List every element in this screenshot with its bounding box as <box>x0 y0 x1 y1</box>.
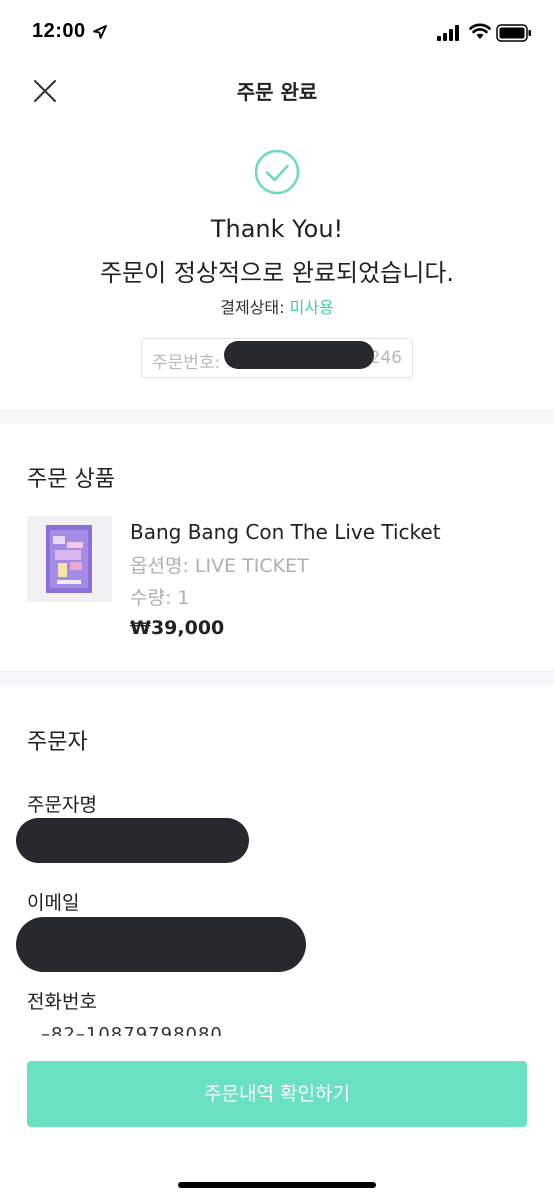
header: 주문 완료 <box>0 64 554 112</box>
phone-label: 전화번호 <box>27 991 97 1013</box>
product-quantity: 수량: 1 <box>130 587 190 609</box>
page-title: 주문 완료 <box>236 80 318 104</box>
home-indicator[interactable] <box>178 1182 376 1188</box>
order-complete-message: 주문이 정상적으로 완료되었습니다. <box>99 259 455 287</box>
orderer-name-label: 주문자명 <box>27 794 97 816</box>
product-poster-image <box>46 525 92 593</box>
product-option: 옵션명: LIVE TICKET <box>130 555 309 577</box>
order-number-redaction <box>224 341 374 369</box>
order-number-tail: 246 <box>369 348 402 368</box>
order-number-box: 주문번호: 246 <box>141 338 413 378</box>
product-section-title: 주문 상품 <box>27 467 115 492</box>
email-label: 이메일 <box>27 892 80 914</box>
phone-value-clipped: –82–10879798080 <box>27 1026 227 1036</box>
check-circle-icon <box>254 149 300 195</box>
email-redaction <box>16 917 306 972</box>
orderer-section-title: 주문자 <box>27 730 88 755</box>
view-order-details-button[interactable]: 주문내역 확인하기 <box>27 1061 527 1127</box>
product-name[interactable]: Bang Bang Con The Live Ticket <box>130 520 441 544</box>
payment-status-value: 미사용 <box>289 298 334 317</box>
thank-you-heading: Thank You! <box>210 215 344 243</box>
product-price: ₩39,000 <box>130 617 225 639</box>
section-divider <box>0 671 554 685</box>
product-thumbnail[interactable] <box>27 516 112 602</box>
payment-status: 결제상태: 미사용 <box>0 294 554 318</box>
section-divider <box>0 410 554 424</box>
status-time: 12:00 <box>32 20 86 42</box>
payment-status-label: 결제상태: <box>220 298 285 317</box>
order-number-label: 주문번호: <box>152 353 221 373</box>
location-arrow-icon <box>93 25 107 39</box>
orderer-name-redaction <box>16 818 249 863</box>
wifi-icon <box>469 23 491 39</box>
cellular-signal-icon <box>437 25 459 41</box>
status-bar: 12:00 <box>0 0 554 64</box>
battery-icon <box>496 24 531 42</box>
